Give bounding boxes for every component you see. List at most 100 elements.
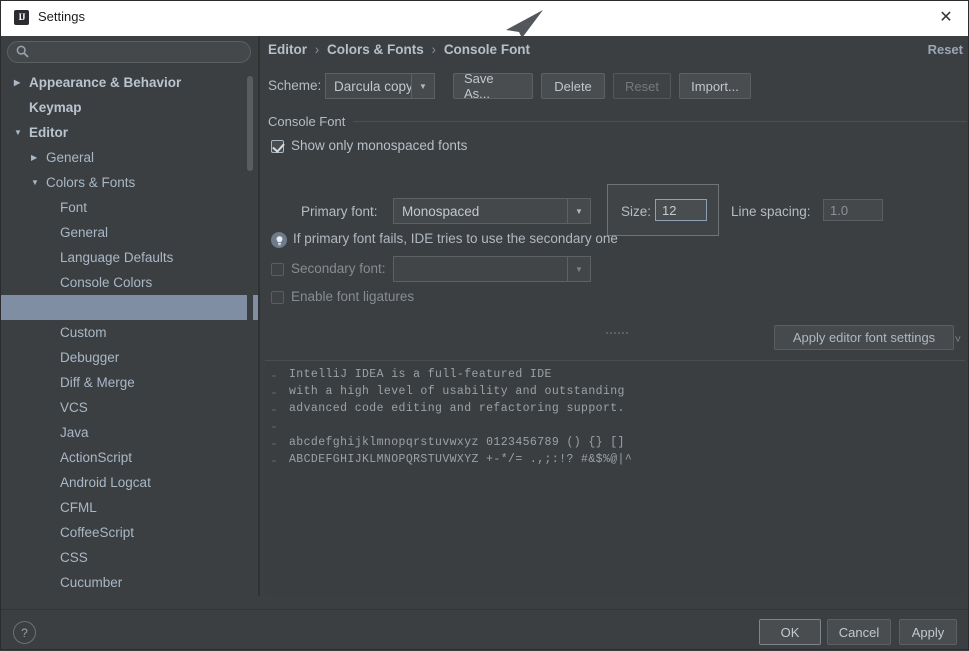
secondary-font-hint-text: If primary font fails, IDE tries to use … <box>293 231 618 246</box>
sidebar-item-diff-merge[interactable]: Diff & Merge <box>0 370 258 395</box>
preview-gutter-mark <box>272 426 276 428</box>
size-input[interactable]: 12 <box>655 199 707 221</box>
sidebar-panel-divider[interactable] <box>258 36 260 596</box>
preview-line: ABCDEFGHIJKLMNOPQRSTUVWXYZ +-*/= .,;:!? … <box>289 453 633 466</box>
sidebar-scrollbar-thumb[interactable] <box>247 76 253 171</box>
show-monospaced-label: Show only monospaced fonts <box>291 138 468 153</box>
settings-tree[interactable]: ▶ Appearance & Behavior Keymap ▼ Editor ▶ Gene… <box>0 70 258 594</box>
sidebar-item-general[interactable]: General <box>0 220 258 245</box>
chevron-down-icon[interactable]: ˅ <box>955 334 961 346</box>
size-label: Size: <box>621 204 652 219</box>
scheme-dropdown[interactable]: Darcula copy ▼ <box>325 73 435 99</box>
preview-gutter-mark <box>272 460 276 462</box>
show-monospaced-checkbox[interactable] <box>271 140 284 153</box>
sidebar-item-label: Android Logcat <box>60 475 151 490</box>
import-button[interactable]: Import... <box>679 73 751 99</box>
breadcrumb-part-editor[interactable]: Editor <box>268 42 307 57</box>
search-field-wrapper[interactable] <box>7 41 251 63</box>
scheme-row: Scheme: Darcula copy ▼ Save As... Delete… <box>268 71 968 101</box>
sidebar-item-label: General <box>46 150 95 165</box>
line-spacing-label: Line spacing: <box>731 204 811 219</box>
secondary-font-label: Secondary font: <box>291 261 386 276</box>
reset-link[interactable]: Reset <box>928 42 963 57</box>
sidebar-item-debugger[interactable]: Debugger <box>0 345 258 370</box>
preview-line: IntelliJ IDEA is a full-featured IDE <box>289 368 552 381</box>
sidebar-item-language-defaults[interactable]: Language Defaults <box>0 245 258 270</box>
sidebar-item-css[interactable]: CSS <box>0 545 258 570</box>
sidebar-item-vcs[interactable]: VCS <box>0 395 258 420</box>
sidebar-item-custom[interactable]: Custom <box>0 320 258 345</box>
sidebar-item-label: Console Colors <box>60 275 153 290</box>
line-spacing-input[interactable]: 1.0 <box>823 199 883 221</box>
settings-body: ▶ Appearance & Behavior Keymap ▼ Editor ▶ Gene… <box>0 36 969 609</box>
primary-font-value: Monospaced <box>402 203 480 219</box>
chevron-right-icon[interactable]: ▶ <box>31 145 37 170</box>
sidebar-item-cfml[interactable]: CFML <box>0 495 258 520</box>
font-preview-area[interactable]: IntelliJ IDEA is a full-featured IDE with… <box>265 360 965 595</box>
sidebar-item-keymap[interactable]: Keymap <box>0 95 258 120</box>
settings-window: IJ Settings ✕ ▶ Appearance & Behavior Keym… <box>0 0 969 651</box>
info-bulb-icon <box>271 232 287 248</box>
sidebar-item-label: Font <box>60 200 88 215</box>
breadcrumb-part-colors-fonts[interactable]: Colors & Fonts <box>327 42 424 57</box>
primary-font-label: Primary font: <box>301 204 378 219</box>
chevron-down-icon[interactable]: ▼ <box>567 199 590 223</box>
delete-button[interactable]: Delete <box>541 73 605 99</box>
search-input[interactable] <box>7 41 251 63</box>
sidebar-item-appearance-behavior[interactable]: ▶ Appearance & Behavior <box>0 70 258 95</box>
preview-gutter-mark <box>272 409 276 411</box>
reset-button: Reset <box>613 73 671 99</box>
group-separator-line <box>353 121 967 122</box>
sidebar-item-android-logcat[interactable]: Android Logcat <box>0 470 258 495</box>
sidebar-item-cucumber[interactable]: Cucumber <box>0 570 258 594</box>
sidebar-item-label: Appearance & Behavior <box>29 75 182 90</box>
secondary-font-checkbox <box>271 263 284 276</box>
preview-line: abcdefghijklmnopqrstuvwxyz 0123456789 ()… <box>289 436 625 449</box>
chevron-down-icon[interactable]: ▼ <box>14 120 22 145</box>
sidebar-item-coffeescript[interactable]: CoffeeScript <box>0 520 258 545</box>
sidebar-item-colors-fonts[interactable]: ▼ Colors & Fonts <box>0 170 258 195</box>
preview-line: with a high level of usability and outst… <box>289 385 625 398</box>
sidebar-item-console-colors[interactable]: Console Colors <box>0 270 258 295</box>
help-button[interactable]: ? <box>13 621 36 644</box>
chevron-right-icon[interactable]: ▶ <box>14 70 20 95</box>
sidebar-item-label: Editor <box>29 125 68 140</box>
scheme-label: Scheme: <box>268 78 322 93</box>
preview-gutter-mark <box>272 443 276 445</box>
preview-gutter <box>265 361 281 595</box>
preview-gutter-mark <box>272 375 276 377</box>
apply-button[interactable]: Apply <box>899 619 957 645</box>
chevron-down-icon[interactable]: ▼ <box>411 74 434 98</box>
sidebar-item-label: Custom <box>60 325 107 340</box>
save-as-button[interactable]: Save As... <box>453 71 533 101</box>
search-icon <box>16 45 29 58</box>
secondary-font-dropdown: ▼ <box>393 256 591 282</box>
sidebar-item-console-font[interactable] <box>0 295 258 320</box>
scheme-dropdown-value: Darcula copy <box>334 78 413 94</box>
chevron-down-icon[interactable]: ▼ <box>31 170 39 195</box>
sidebar-item-java[interactable]: Java <box>0 420 258 445</box>
breadcrumb-part-console-font[interactable]: Console Font <box>444 42 530 57</box>
sidebar-item-label: Colors & Fonts <box>46 175 136 190</box>
preview-splitter[interactable]: ˅ <box>261 322 969 358</box>
sidebar-item-label: Keymap <box>29 100 82 115</box>
sidebar-item-label: CoffeeScript <box>60 525 135 540</box>
sidebar-item-editor[interactable]: ▼ Editor <box>0 120 258 145</box>
sidebar-item-label: ActionScript <box>60 450 133 465</box>
breadcrumb-separator-2: › <box>431 42 437 57</box>
font-ligatures-checkbox <box>271 291 284 304</box>
splitter-grip-icon[interactable] <box>606 322 630 334</box>
font-ligatures-label: Enable font ligatures <box>291 289 415 304</box>
close-icon[interactable]: ✕ <box>929 6 963 30</box>
settings-sidebar: ▶ Appearance & Behavior Keymap ▼ Editor ▶ Gene… <box>0 36 258 596</box>
sidebar-item-general[interactable]: ▶ General <box>0 145 258 170</box>
console-font-group-title: Console Font <box>268 114 346 129</box>
cancel-button[interactable]: Cancel <box>827 619 891 645</box>
sidebar-item-actionscript[interactable]: ActionScript <box>0 445 258 470</box>
sidebar-item-font[interactable]: Font <box>0 195 258 220</box>
breadcrumb: Editor › Colors & Fonts › Console Font <box>268 42 530 57</box>
ok-button[interactable]: OK <box>759 619 821 645</box>
primary-font-dropdown[interactable]: Monospaced ▼ <box>393 198 591 224</box>
breadcrumb-separator-1: › <box>314 42 320 57</box>
window-title: Settings <box>38 9 85 24</box>
